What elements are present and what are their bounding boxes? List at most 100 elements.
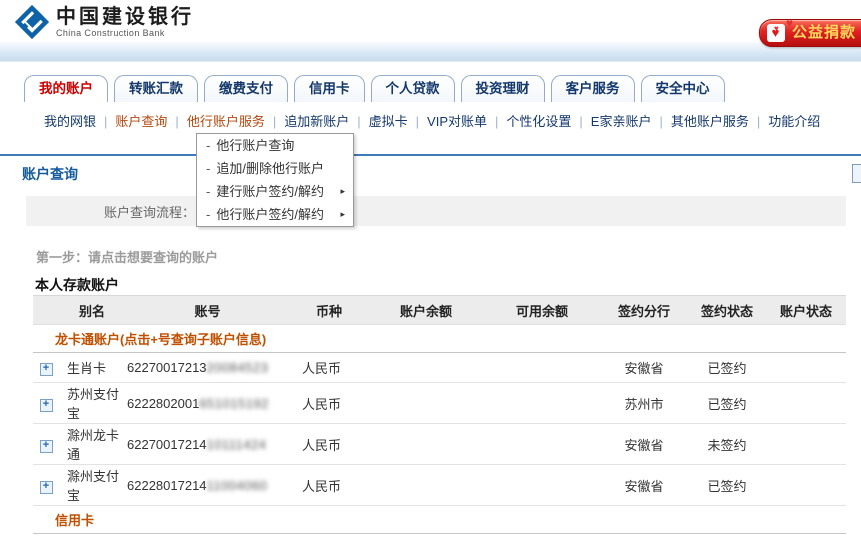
account-masked: 10111424 <box>206 436 267 452</box>
dash-bullet-icon: - <box>206 184 211 199</box>
header-cell: 账户余额 <box>368 295 484 325</box>
subnav-item-virtual-card[interactable]: 虚拟卡 <box>369 114 408 129</box>
tab-my-account[interactable]: 我的账户 <box>24 75 108 102</box>
dropdown-item-label: 建行账户签约/解约 <box>216 184 324 199</box>
account-row[interactable]: + 滁州龙卡通 6227001721410111424 人民币 安徽省 未签约 <box>33 423 846 465</box>
account-masked: 651015192 <box>199 395 269 411</box>
account-prefix: 6222802001 <box>127 395 200 411</box>
available-cell <box>484 464 600 506</box>
logo-name-en: China Construction Bank <box>56 28 165 38</box>
tab-customer-service[interactable]: 客户服务 <box>550 75 635 102</box>
donate-button[interactable]: 公益捐款 <box>758 16 861 47</box>
header-cell: 账号 <box>125 295 290 325</box>
logo-text: 中国建设银行 China Construction Bank <box>56 6 194 38</box>
donate-label: 公益捐款 <box>791 24 856 41</box>
account-row[interactable]: + 苏州支付宝 6222802001651015192 人民币 苏州市 已签约 <box>33 382 846 424</box>
balance-cell <box>368 533 484 537</box>
expand-icon[interactable]: + <box>39 480 53 494</box>
dropdown-item-other-bank-account-sign[interactable]: - 他行账户签约/解约 ▸ <box>197 203 353 226</box>
subnav-item-vip-statement[interactable]: VIP对账单 <box>427 114 487 129</box>
mini-heart-icon <box>786 10 794 36</box>
subnav-item-add-new-account[interactable]: 追加新账户 <box>284 114 349 129</box>
separator: | <box>104 114 108 129</box>
corner-page-icon[interactable] <box>852 164 861 183</box>
branch-cell: 安徽省 <box>600 352 688 383</box>
header-cell <box>33 295 59 325</box>
submenu-arrow-icon: ▸ <box>340 186 345 196</box>
sign-status-cell: 未签约 <box>688 533 766 537</box>
tab-bill-payment[interactable]: 缴费支付 <box>204 75 288 102</box>
alias-cell: 生肖卡 <box>59 352 125 383</box>
expand-cell <box>33 533 59 537</box>
alias-cell: 滁州龙卡通 <box>59 423 125 465</box>
group-label: 信用卡 <box>33 505 846 534</box>
expand-icon[interactable]: + <box>39 363 53 376</box>
flow-label: 账户查询流程： <box>104 204 196 220</box>
dash-bullet-icon: - <box>206 207 211 222</box>
table-head: 别名 账号 币种 账户余额 可用余额 签约分行 签约状态 账户状态 <box>33 295 846 325</box>
dash-bullet-icon: - <box>206 138 211 153</box>
header-cell: 币种 <box>290 295 368 325</box>
dropdown-item-ccb-account-sign[interactable]: - 建行账户签约/解约 ▸ <box>197 180 353 203</box>
tab-credit-card[interactable]: 信用卡 <box>294 75 365 102</box>
currency-cell: 人民币 <box>290 382 368 424</box>
flow-bar: 账户查询流程： ▶ 点击查询的账户 <box>26 196 846 226</box>
header-strip <box>0 42 861 62</box>
subnav-item-account-inquiry[interactable]: 账户查询 <box>115 114 167 129</box>
group-label: 龙卡通账户(点击+号查询子账户信息) <box>33 324 846 353</box>
available-cell <box>484 382 600 424</box>
subnav-item-other-account-service[interactable]: 其他账户服务 <box>671 114 749 129</box>
available-cell <box>484 423 600 465</box>
subnav-item-personal-settings[interactable]: 个性化设置 <box>506 114 571 129</box>
account-cell: 6227001721320084523 <box>125 352 290 383</box>
expand-icon[interactable]: + <box>39 439 53 453</box>
ccb-online-banking-page: 中国建设银行 China Construction Bank 公益捐款 我的账户… <box>0 0 861 537</box>
table-header-row: 别名 账号 币种 账户余额 可用余额 签约分行 签约状态 账户状态 <box>33 295 846 325</box>
subnav-item-e-family-account[interactable]: E家亲账户 <box>591 114 652 129</box>
branch-cell: 安徽省 <box>600 464 688 506</box>
subnav-item-my-ebank[interactable]: 我的网银 <box>44 114 96 129</box>
currency-cell: 人民币 <box>290 423 368 465</box>
nav-divider <box>0 154 861 156</box>
account-prefix: 62228017214 <box>127 477 207 493</box>
dropdown-item-label: 追加/删除他行账户 <box>216 161 324 176</box>
group-row: 信用卡 <box>33 505 846 534</box>
account-cell: 4367452079596208 <box>125 533 290 537</box>
tab-transfer-remit[interactable]: 转账汇款 <box>114 75 198 102</box>
tab-personal-loan[interactable]: 个人贷款 <box>370 75 455 102</box>
dash-bullet-icon: - <box>206 161 211 176</box>
available-cell <box>484 352 600 383</box>
dropdown-item-add-remove-other-bank-account[interactable]: - 追加/删除他行账户 <box>197 157 353 180</box>
submenu-arrow-icon: ▸ <box>340 209 345 219</box>
currency-cell: 人民币 <box>290 352 368 383</box>
separator: | <box>415 114 420 129</box>
separator: | <box>175 114 179 129</box>
subnav: 我的网银 | 账户查询 | 他行账户服务 | 追加新账户 | 虚拟卡 | VIP对账单 | 个性化设置 |… <box>44 111 820 130</box>
account-status-cell <box>766 382 846 424</box>
account-cell: 6227001721410111424 <box>125 423 290 465</box>
account-row[interactable]: + 滁州支付宝 6222801721411004060 人民币 安徽省 已签约 <box>33 464 846 506</box>
tab-investment[interactable]: 投资理财 <box>460 75 545 102</box>
account-row[interactable]: 黑姚明4367452079596208多币种 安徽省未签约 <box>33 533 846 537</box>
dropdown-item-other-bank-account-inquiry[interactable]: - 他行账户查询 <box>197 134 353 157</box>
expand-icon[interactable]: + <box>39 398 53 412</box>
separator: | <box>579 114 583 129</box>
account-cell: 6222802001651015192 <box>125 382 290 424</box>
tab-security-center[interactable]: 安全中心 <box>640 75 725 102</box>
header-cell: 签约状态 <box>688 295 766 325</box>
account-row[interactable]: + 生肖卡 6227001721320084523 人民币 安徽省 已签约 <box>33 352 846 383</box>
subnav-item-other-bank-account-service[interactable]: 他行账户服务 <box>187 114 265 129</box>
currency-cell: 多币种 <box>290 533 368 537</box>
balance-cell <box>368 464 484 506</box>
alias-cell: 滁州支付宝 <box>59 464 125 506</box>
branch-cell: 安徽省 <box>600 423 688 465</box>
expand-cell: + <box>33 464 59 506</box>
subnav-item-feature-intro[interactable]: 功能介绍 <box>768 114 820 129</box>
currency-cell: 人民币 <box>290 464 368 506</box>
logo-name-cn: 中国建设银行 <box>56 6 194 28</box>
mini-heart-icon <box>774 16 780 42</box>
separator: | <box>272 114 277 129</box>
header-cell: 账户状态 <box>766 295 846 325</box>
separator: | <box>357 114 361 129</box>
dropdown-item-label: 他行账户签约/解约 <box>216 207 324 222</box>
